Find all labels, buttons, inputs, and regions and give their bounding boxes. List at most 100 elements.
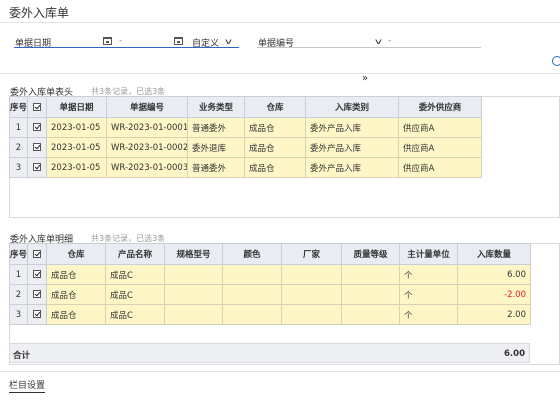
row-select-cell[interactable] [27,137,47,158]
start-date-calendar-icon[interactable] [103,37,112,45]
date-range-separator: - [119,36,123,46]
col-header-color[interactable]: 颜色 [222,243,282,265]
col-header-warehouse[interactable]: 仓库 [46,243,106,265]
row-select-cell[interactable] [27,304,47,325]
cell-spec[interactable] [164,264,223,285]
cell-warehouse[interactable]: 成品仓 [46,284,106,305]
cell-doc-no[interactable]: WR-2023-01-0002 [106,137,188,158]
cell-biz-type[interactable]: 普通委外 [187,157,245,178]
filter-divider [0,73,560,74]
cell-biz-type[interactable]: 普通委外 [187,117,245,138]
col-header-grade[interactable]: 质量等级 [341,243,400,265]
col-header-qty[interactable]: 入库数量 [457,243,531,265]
cell-spec[interactable] [164,284,223,305]
doc-no-chevron-down-icon[interactable]: v [375,37,382,46]
col-header-product[interactable]: 产品名称 [105,243,165,265]
row-select-cell[interactable] [27,284,47,305]
row-checkbox[interactable] [33,270,41,278]
doc-no-filter-input[interactable] [257,47,481,48]
cell-warehouse[interactable]: 成品仓 [244,137,306,158]
col-header-index: 序号 [9,243,28,265]
header-table: 序号 单据日期 单据编号 业务类型 仓库 入库类别 委外供应商 1 2023-0… [9,96,482,178]
cell-maker[interactable] [281,304,342,325]
cell-grade[interactable] [341,284,400,305]
col-header-doc-no[interactable]: 单据编号 [106,96,188,118]
row-select-cell[interactable] [27,264,47,285]
settings-icon[interactable] [552,56,560,66]
cell-supplier[interactable]: 供应商A [398,157,482,178]
cell-qty[interactable]: 2.00 [457,304,531,325]
cell-supplier[interactable]: 供应商A [398,137,482,158]
col-header-select-all[interactable] [27,96,47,118]
title-divider [0,22,560,23]
row-select-cell[interactable] [27,117,47,138]
table-row[interactable]: 1 成品仓 成品C 个 6.00 [9,264,531,285]
cell-category[interactable]: 委外产品入库 [305,157,399,178]
row-index: 2 [9,137,28,158]
cell-product[interactable]: 成品C [105,284,165,305]
select-all-checkbox[interactable] [33,249,41,258]
cell-date[interactable]: 2023-01-05 [46,117,107,138]
cell-spec[interactable] [164,304,223,325]
detail-table-head: 序号 仓库 产品名称 规格型号 颜色 厂家 质量等级 主计量单位 入库数量 [9,243,531,265]
table-row[interactable]: 2 2023-01-05 WR-2023-01-0002 委外退库 成品仓 委外… [9,137,482,158]
date-filter-input[interactable] [14,47,239,48]
cell-grade[interactable] [341,304,400,325]
cell-unit[interactable]: 个 [399,264,458,285]
footer-divider [0,371,560,372]
cell-maker[interactable] [281,264,342,285]
cell-color[interactable] [222,284,282,305]
row-select-cell[interactable] [27,157,47,178]
total-label: 合计 [13,351,31,361]
cell-qty[interactable]: 6.00 [457,264,531,285]
table-row[interactable]: 2 成品仓 成品C 个 -2.00 [9,284,531,305]
row-checkbox[interactable] [33,163,41,171]
cell-biz-type[interactable]: 委外退库 [187,137,245,158]
header-table-head: 序号 单据日期 单据编号 业务类型 仓库 入库类别 委外供应商 [9,96,482,118]
cell-date[interactable]: 2023-01-05 [46,137,107,158]
select-all-checkbox[interactable] [33,102,41,111]
cell-grade[interactable] [341,264,400,285]
row-checkbox[interactable] [33,290,41,298]
cell-warehouse[interactable]: 成品仓 [46,264,106,285]
cell-category[interactable]: 委外产品入库 [305,137,399,158]
column-settings-link[interactable]: 栏目设置 [9,381,46,393]
cell-unit[interactable]: 个 [399,304,458,325]
cell-warehouse[interactable]: 成品仓 [244,157,306,178]
col-header-supplier[interactable]: 委外供应商 [398,96,482,118]
cell-doc-no[interactable]: WR-2023-01-0001 [106,117,188,138]
cell-qty[interactable]: -2.00 [457,284,531,305]
cell-supplier[interactable]: 供应商A [398,117,482,138]
row-checkbox[interactable] [33,123,41,131]
cell-warehouse[interactable]: 成品仓 [46,304,106,325]
end-date-calendar-icon[interactable] [174,37,183,45]
collapse-chevron-icon[interactable]: » [355,74,375,86]
table-row[interactable]: 3 成品仓 成品C 个 2.00 [9,304,531,325]
cell-date[interactable]: 2023-01-05 [46,157,107,178]
row-index: 1 [9,264,28,285]
col-header-spec[interactable]: 规格型号 [164,243,223,265]
col-header-biz-type[interactable]: 业务类型 [187,96,245,118]
cell-maker[interactable] [281,284,342,305]
col-header-select-all[interactable] [27,243,47,265]
col-header-maker[interactable]: 厂家 [281,243,342,265]
total-row: 合计 6.00 [9,343,530,363]
cell-color[interactable] [222,264,282,285]
cell-doc-no[interactable]: WR-2023-01-0003 [106,157,188,178]
cell-product[interactable]: 成品C [105,304,165,325]
row-index: 1 [9,117,28,138]
cell-product[interactable]: 成品C [105,264,165,285]
col-header-date[interactable]: 单据日期 [46,96,107,118]
cell-warehouse[interactable]: 成品仓 [244,117,306,138]
table-row[interactable]: 3 2023-01-05 WR-2023-01-0003 普通委外 成品仓 委外… [9,157,482,178]
cell-category[interactable]: 委外产品入库 [305,117,399,138]
col-header-warehouse[interactable]: 仓库 [244,96,306,118]
row-checkbox[interactable] [33,310,41,318]
date-range-chevron-down-icon[interactable]: v [225,37,232,46]
cell-color[interactable] [222,304,282,325]
table-row[interactable]: 1 2023-01-05 WR-2023-01-0001 普通委外 成品仓 委外… [9,117,482,138]
col-header-category[interactable]: 入库类别 [305,96,399,118]
cell-unit[interactable]: 个 [399,284,458,305]
col-header-unit[interactable]: 主计量单位 [399,243,458,265]
row-checkbox[interactable] [33,143,41,151]
